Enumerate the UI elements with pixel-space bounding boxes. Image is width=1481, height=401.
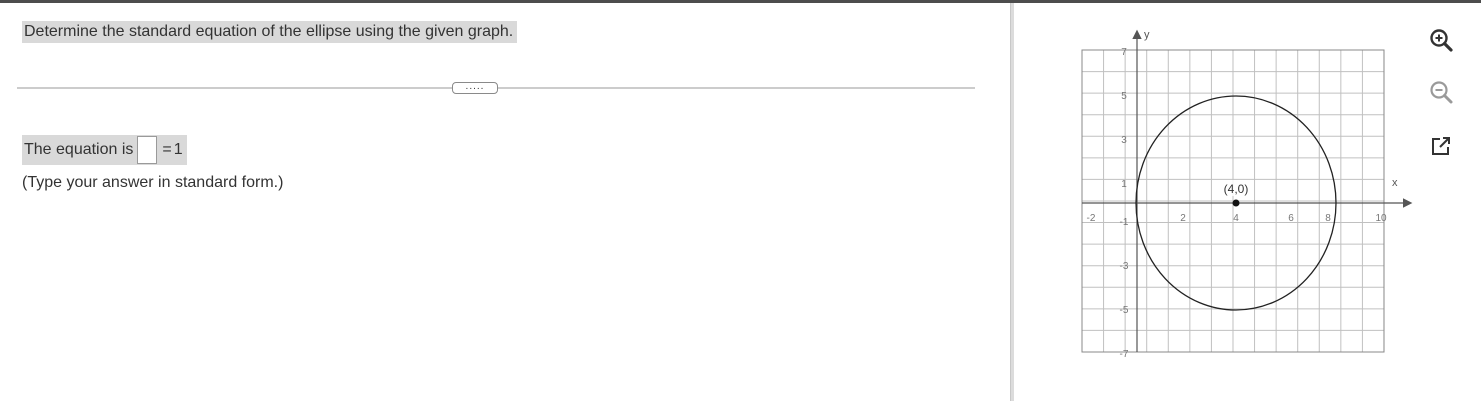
answer-prefix: The equation is [24, 141, 134, 158]
x-tick-label: 6 [1288, 213, 1294, 224]
y-tick-label: -5 [1120, 305, 1129, 316]
question-text: Determine the standard equation of the e… [22, 21, 518, 43]
y-tick-label: -1 [1120, 217, 1129, 228]
equation-answer-input[interactable] [137, 136, 158, 164]
x-tick-label: 10 [1375, 213, 1387, 224]
answer-hint: (Type your answer in standard form.) [22, 174, 284, 191]
center-point [1232, 199, 1240, 207]
show-more-button[interactable]: ..... [452, 82, 498, 94]
y-tick-label: -3 [1120, 261, 1129, 272]
pane-divider[interactable] [1010, 3, 1014, 401]
x-axis-label: x [1392, 177, 1398, 189]
y-tick-label: 5 [1121, 91, 1127, 102]
x-tick-label: 4 [1233, 213, 1239, 224]
external-link-icon[interactable] [1426, 131, 1456, 161]
y-tick-label: 7 [1121, 47, 1127, 58]
question-pane [0, 3, 1010, 401]
y-tick-label: 3 [1121, 135, 1127, 146]
zoom-out-icon[interactable] [1426, 78, 1456, 108]
x-tick-label: 2 [1180, 213, 1186, 224]
x-tick-label: -2 [1087, 213, 1096, 224]
equals-sign: = [162, 141, 172, 158]
x-tick-label: 8 [1325, 213, 1331, 224]
y-axis-label: y [1144, 29, 1150, 41]
center-label: (4,0) [1224, 182, 1249, 196]
equation-rhs: 1 [173, 141, 183, 158]
y-tick-label: 1 [1121, 179, 1127, 190]
zoom-in-icon[interactable] [1426, 26, 1456, 56]
answer-line: The equation is = 1 [22, 135, 187, 165]
ellipse-graph: x y -2 2 4 6 8 10 7 5 3 1 -1 -3 -5 -7 (4… [1081, 29, 1413, 360]
y-tick-label: -7 [1120, 349, 1129, 360]
